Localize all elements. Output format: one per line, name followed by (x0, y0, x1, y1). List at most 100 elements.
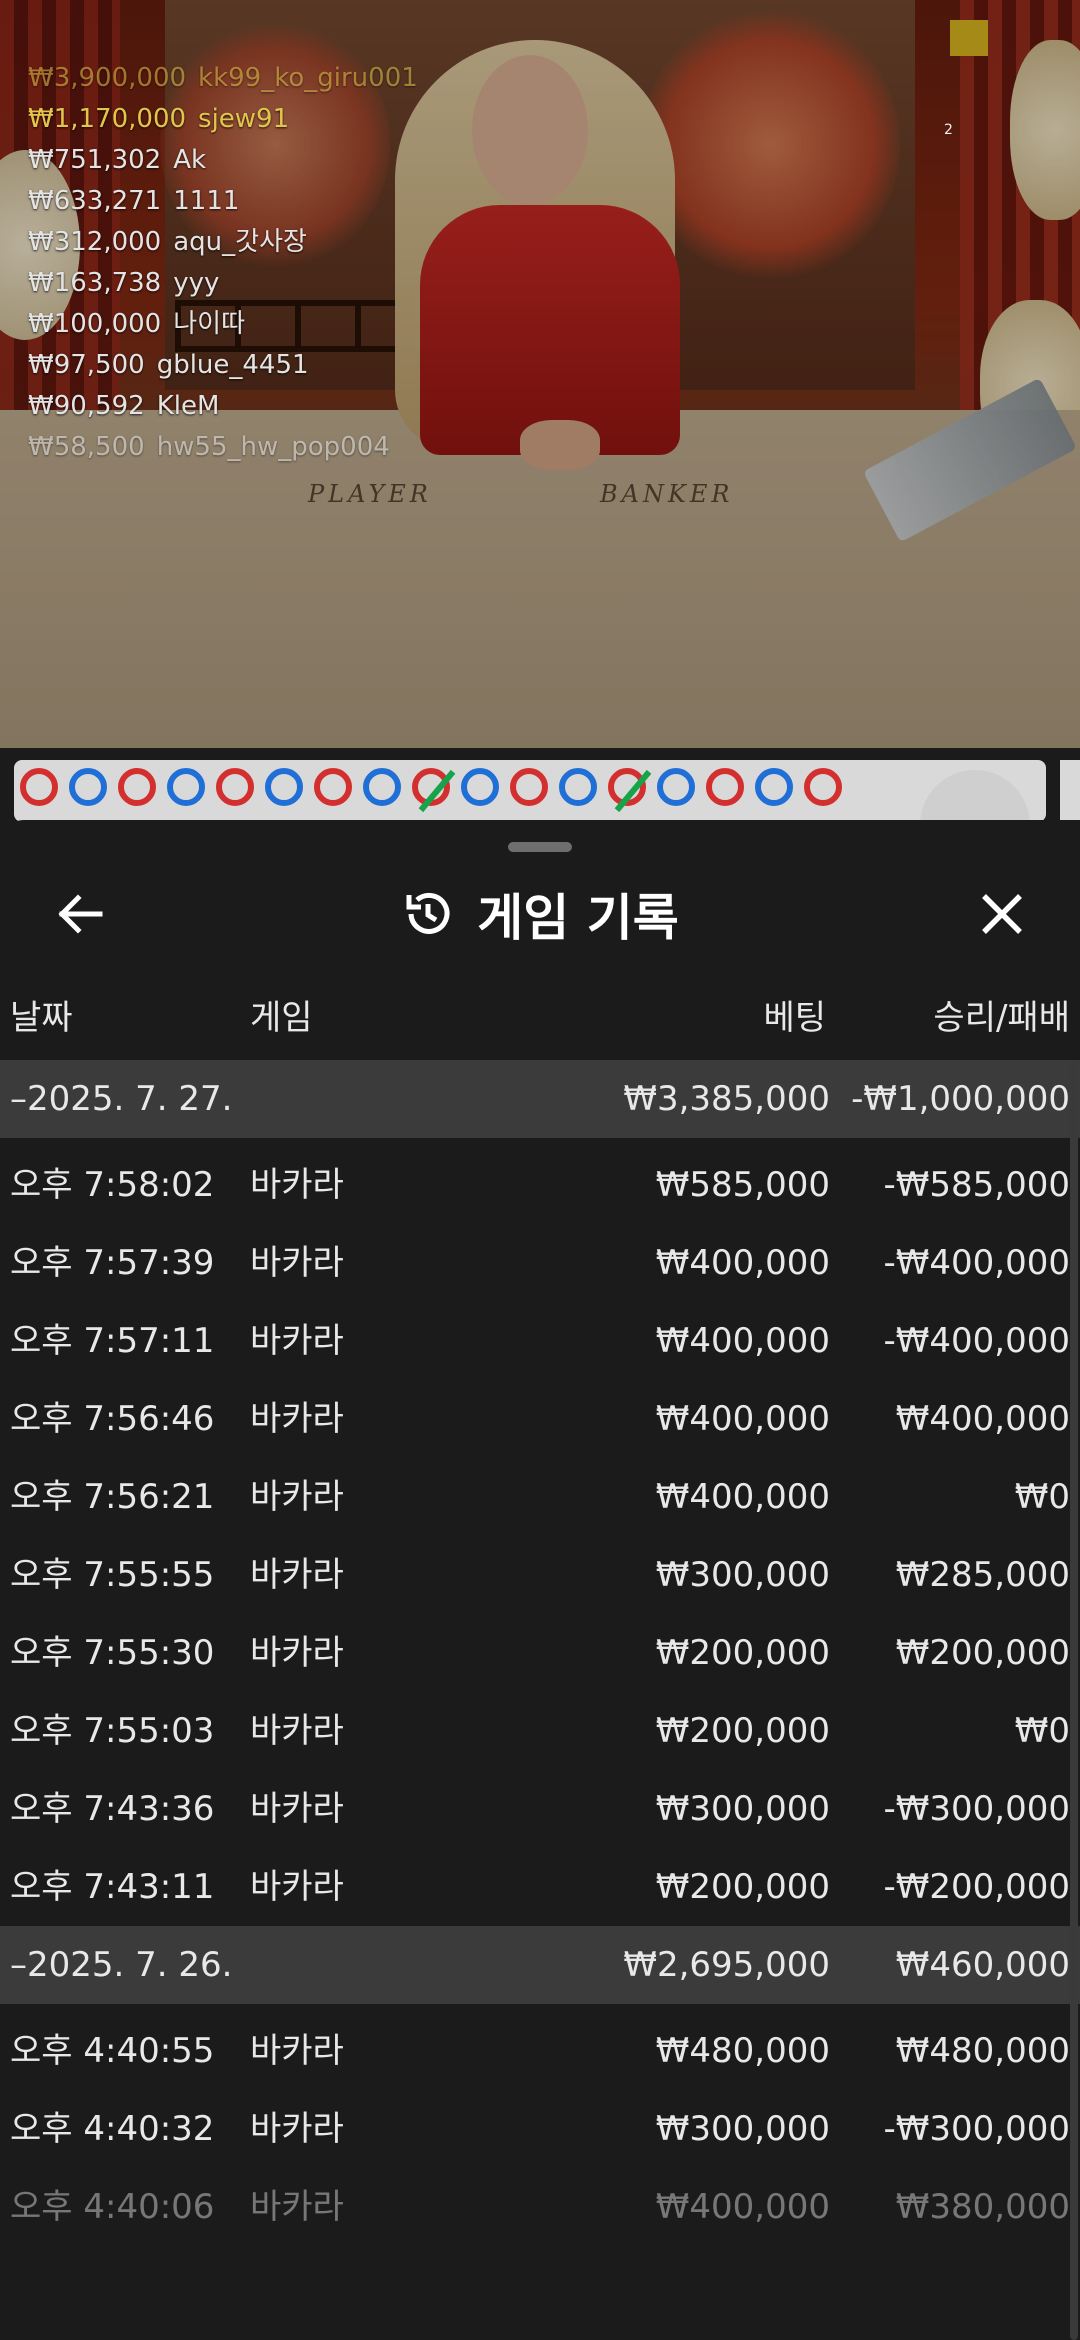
scrollbar[interactable] (1070, 1060, 1078, 2340)
row-bet: ₩400,000 (655, 1399, 830, 1439)
row-game: 바카라 (250, 1243, 344, 1283)
leaderboard-amount: ₩163,738 (28, 268, 162, 298)
leaderboard-amount: ₩312,000 (28, 227, 162, 257)
row-game: 바카라 (250, 1165, 344, 1205)
leaderboard-row: ₩163,738 yyy (28, 263, 418, 304)
history-row[interactable]: 오후 7:56:46 바카라 ₩400,000 ₩400,000 (0, 1380, 1080, 1458)
history-row[interactable]: 오후 7:43:36 바카라 ₩300,000 -₩300,000 (0, 1770, 1080, 1848)
history-row[interactable]: 오후 7:57:39 바카라 ₩400,000 -₩400,000 (0, 1224, 1080, 1302)
bead-player (167, 768, 205, 806)
leaderboard-user: gblue_4451 (156, 350, 309, 380)
drag-handle[interactable] (508, 842, 572, 852)
leaderboard-amount: ₩633,271 (28, 186, 162, 216)
history-row[interactable]: 오후 7:55:55 바카라 ₩300,000 ₩285,000 (0, 1536, 1080, 1614)
row-game: 바카라 (250, 1321, 344, 1361)
row-time: 오후 7:55:03 (10, 1711, 215, 1751)
row-time: 오후 7:57:39 (10, 1243, 215, 1283)
date-group-result-total: ₩460,000 (895, 1945, 1070, 1985)
history-row[interactable]: 오후 7:55:03 바카라 ₩200,000 ₩0 (0, 1692, 1080, 1770)
leaderboard-row: ₩3,900,000 kk99_ko_giru001 (28, 58, 418, 99)
history-row[interactable]: 오후 7:58:02 바카라 ₩585,000 -₩585,000 (0, 1146, 1080, 1224)
row-game: 바카라 (250, 2031, 344, 2071)
row-game: 바카라 (250, 1867, 344, 1907)
leaderboard-amount: ₩100,000 (28, 309, 162, 339)
row-bet: ₩300,000 (655, 1789, 830, 1829)
row-result: ₩200,000 (895, 1633, 1070, 1673)
date-group-row[interactable]: –2025. 7. 27. ₩3,385,000 -₩1,000,000 (0, 1060, 1080, 1138)
leaderboard-user: 1111 (173, 186, 240, 216)
row-game: 바카라 (250, 2187, 344, 2227)
history-row[interactable]: 오후 7:57:11 바카라 ₩400,000 -₩400,000 (0, 1302, 1080, 1380)
row-time: 오후 7:56:46 (10, 1399, 215, 1439)
row-time: 오후 7:55:30 (10, 1633, 215, 1673)
row-bet: ₩300,000 (655, 2109, 830, 2149)
history-row[interactable]: 오후 7:56:21 바카라 ₩400,000 ₩0 (0, 1458, 1080, 1536)
row-result: -₩200,000 (883, 1867, 1071, 1907)
close-icon (982, 894, 1022, 934)
history-row[interactable]: 오후 7:43:11 바카라 ₩200,000 -₩200,000 (0, 1848, 1080, 1926)
column-header-bet: 베팅 (763, 998, 826, 1038)
row-time: 오후 7:55:55 (10, 1555, 215, 1595)
row-result: -₩400,000 (883, 1321, 1071, 1361)
leaderboard-user: aqu_갓사장 (173, 227, 307, 257)
live-video-stream: PLAYER BANKER 2 ₩3,900,000 kk99_ko_giru00… (0, 0, 1080, 748)
leaderboard-user: 나이따 (173, 309, 245, 339)
row-bet: ₩200,000 (655, 1633, 830, 1673)
bead-banker (20, 768, 58, 806)
row-result: -₩300,000 (883, 2109, 1071, 2149)
row-time: 오후 4:40:06 (10, 2187, 215, 2227)
row-time: 오후 7:56:21 (10, 1477, 215, 1517)
row-game: 바카라 (250, 1477, 344, 1517)
row-result: -₩400,000 (883, 1243, 1071, 1283)
corner-number: 2 (944, 122, 953, 138)
row-bet: ₩200,000 (655, 1867, 830, 1907)
row-time: 오후 7:58:02 (10, 1165, 215, 1205)
bead-road[interactable] (14, 760, 1046, 822)
leaderboard-row: ₩97,500 gblue_4451 (28, 345, 418, 386)
row-time: 오후 7:43:36 (10, 1789, 215, 1829)
row-game: 바카라 (250, 1555, 344, 1595)
bead-player (461, 768, 499, 806)
bead-banker (216, 768, 254, 806)
tie-slash (418, 769, 456, 813)
leaderboard-amount: ₩97,500 (28, 350, 145, 380)
bead-tie (412, 768, 456, 813)
leaderboard-amount: ₩90,592 (28, 391, 145, 421)
row-bet: ₩400,000 (655, 1243, 830, 1283)
row-result: ₩0 (1014, 1711, 1070, 1751)
leaderboard-user: yyy (173, 268, 220, 298)
row-bet: ₩300,000 (655, 1555, 830, 1595)
leaderboard-row: ₩58,500 hw55_hw_pop004 (28, 427, 418, 468)
bead-road-edge (1060, 760, 1080, 820)
winners-leaderboard: ₩3,900,000 kk99_ko_giru001 ₩1,170,000 sjew… (28, 58, 418, 468)
bead-player (657, 768, 695, 806)
tie-slash (614, 769, 652, 813)
history-row[interactable]: 오후 4:40:32 바카라 ₩300,000 -₩300,000 (0, 2090, 1080, 2168)
leaderboard-amount: ₩58,500 (28, 432, 145, 462)
row-result: ₩400,000 (895, 1399, 1070, 1439)
history-row[interactable]: 오후 4:40:06 바카라 ₩400,000 ₩380,000 (0, 2168, 1080, 2246)
leaderboard-user: kk99_ko_giru001 (198, 63, 418, 93)
date-group-bet-total: ₩2,695,000 (623, 1945, 830, 1985)
row-result: ₩380,000 (895, 2187, 1070, 2227)
bead-player (755, 768, 793, 806)
date-group-row[interactable]: –2025. 7. 26. ₩2,695,000 ₩460,000 (0, 1926, 1080, 2004)
history-row[interactable]: 오후 7:55:30 바카라 ₩200,000 ₩200,000 (0, 1614, 1080, 1692)
row-result: ₩0 (1014, 1477, 1070, 1517)
bead-player (559, 768, 597, 806)
date-group-label: –2025. 7. 27. (10, 1079, 233, 1119)
history-row[interactable]: 오후 4:40:55 바카라 ₩480,000 ₩480,000 (0, 2012, 1080, 2090)
leaderboard-row: ₩312,000 aqu_갓사장 (28, 222, 418, 263)
leaderboard-row: ₩633,271 1111 (28, 181, 418, 222)
bead-player (265, 768, 303, 806)
close-button[interactable] (966, 878, 1038, 950)
leaderboard-user: KleM (156, 391, 220, 421)
leaderboard-row: ₩90,592 KleM (28, 386, 418, 427)
row-bet: ₩400,000 (655, 1321, 830, 1361)
row-bet: ₩585,000 (655, 1165, 830, 1205)
bead-banker (804, 768, 842, 806)
date-group-result-total: -₩1,000,000 (851, 1079, 1070, 1119)
column-header-date: 날짜 (10, 998, 73, 1038)
row-bet: ₩400,000 (655, 2187, 830, 2227)
row-time: 오후 4:40:55 (10, 2031, 215, 2071)
